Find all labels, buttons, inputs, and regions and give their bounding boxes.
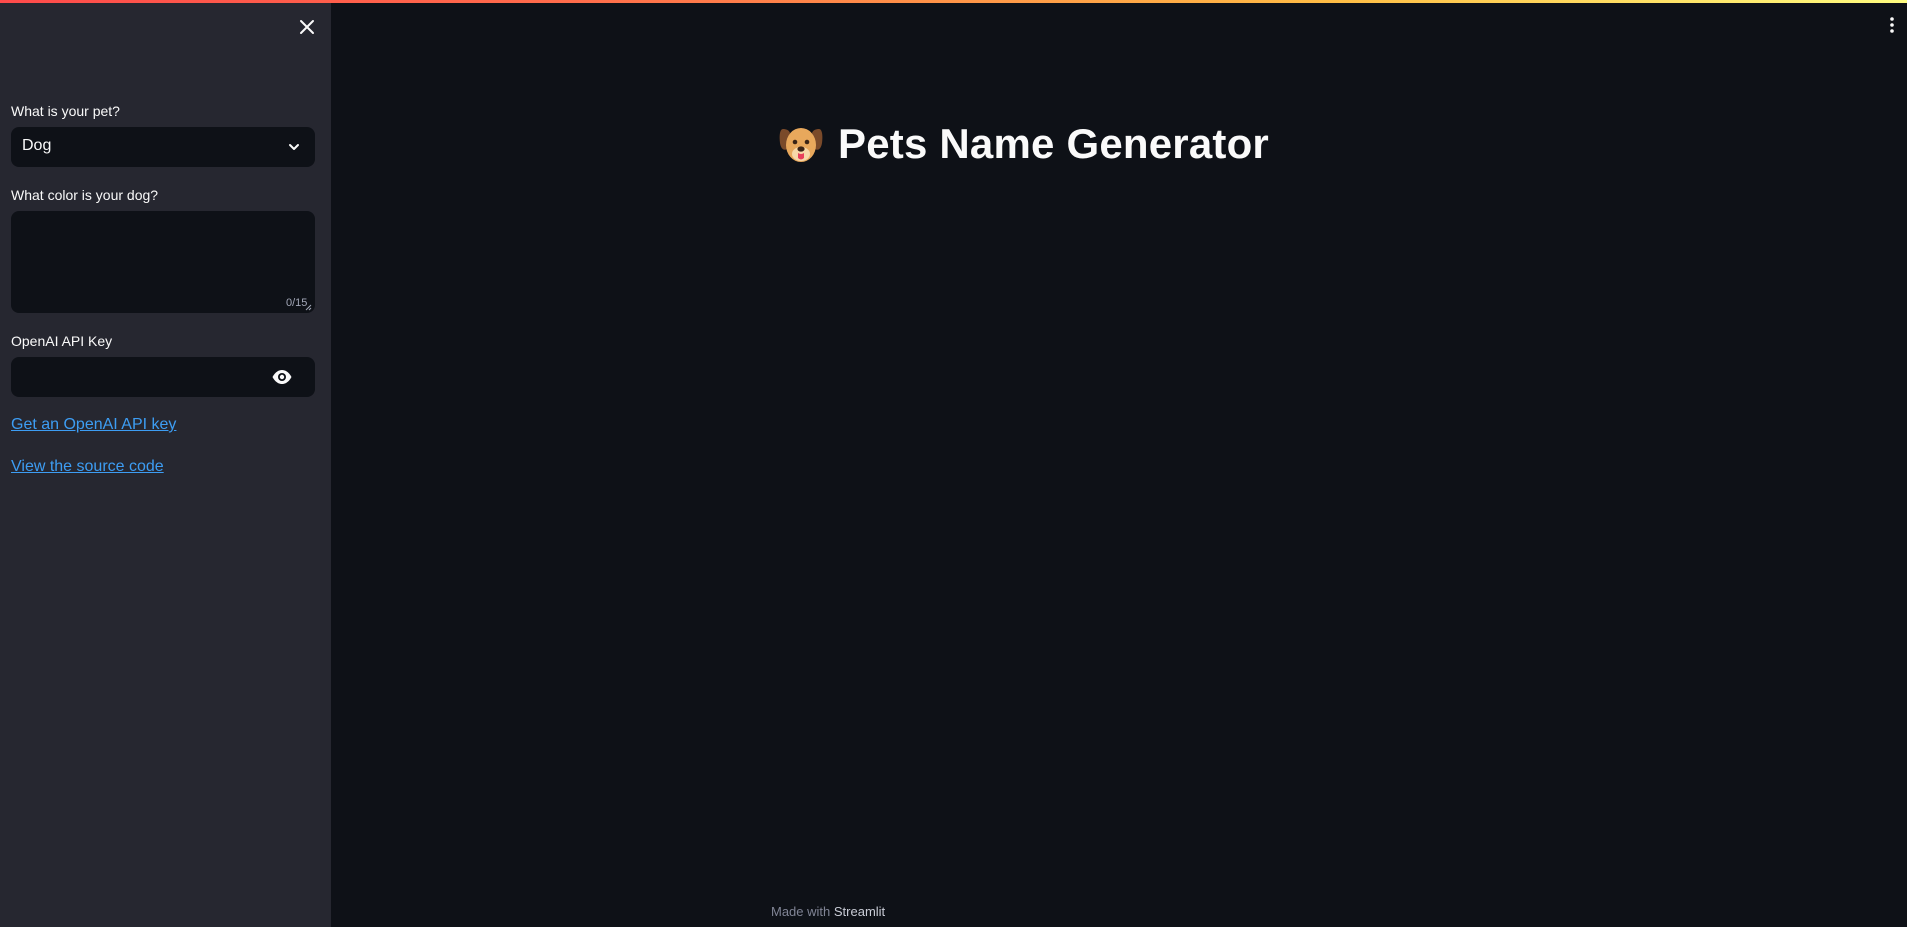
top-decoration-bar [0,0,1907,3]
title-text: Pets Name Generator [838,120,1269,167]
dog-color-textarea[interactable] [11,211,315,313]
api-key-field-container [11,357,315,397]
footer: Made with Streamlit [771,904,885,919]
eye-icon [272,370,292,384]
color-textarea-label: What color is your dog? [11,187,159,203]
kebab-menu-icon [1890,17,1894,33]
get-api-key-link[interactable]: Get an OpenAI API key [11,416,176,434]
page-title: Pets Name Generator [778,116,1269,172]
pet-select-label: What is your pet? [11,103,120,119]
show-password-button[interactable] [271,367,293,387]
pet-select-value: Dog [22,137,52,154]
main-menu-button[interactable] [1886,15,1898,35]
dog-face-icon [779,128,823,162]
chevron-down-icon [289,144,299,150]
resize-grip-icon[interactable] [305,304,312,311]
pet-select[interactable]: Dog [11,127,315,167]
view-source-link[interactable]: View the source code [11,458,164,476]
sidebar: What is your pet? Dog What color is your… [0,0,331,927]
footer-prefix: Made with [771,904,831,919]
close-icon [300,20,314,34]
api-key-label: OpenAI API Key [11,333,113,349]
streamlit-link[interactable]: Streamlit [834,904,885,919]
close-sidebar-button[interactable] [296,16,318,38]
api-key-input[interactable] [11,357,261,397]
